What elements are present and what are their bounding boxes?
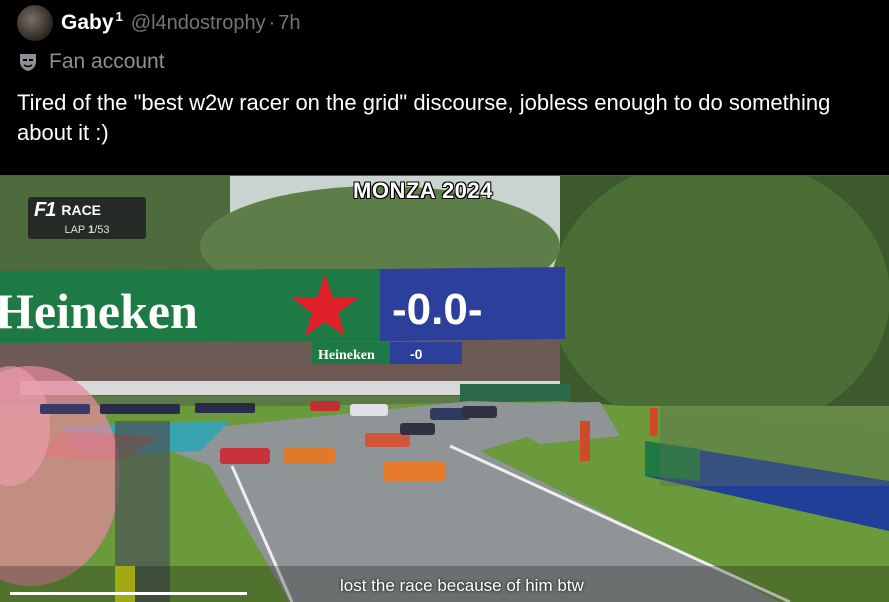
account-label-text: Fan account bbox=[49, 50, 165, 73]
video-frame: Heineken -0.0- Heineken -0 bbox=[0, 176, 889, 602]
mask-icon bbox=[20, 54, 36, 71]
banner-zero: -0.0- bbox=[392, 285, 482, 334]
separator-dot: · bbox=[268, 11, 276, 34]
video-overlay-title: MONZA 2024 bbox=[353, 178, 493, 203]
f1-logo: F1 bbox=[34, 198, 56, 221]
video-caption: lost the race because of him btw bbox=[340, 576, 584, 595]
f1-race-graphic: F1 RACE LAP 1/53 bbox=[28, 197, 146, 239]
small-banner-brand: Heineken bbox=[318, 348, 375, 363]
f1-race-label: RACE bbox=[61, 202, 102, 218]
post-time[interactable]: 7h bbox=[278, 12, 300, 35]
tweet-header: Gaby 1 @l4ndostrophy · 7h bbox=[17, 5, 301, 41]
banner-brand: Heineken bbox=[0, 283, 198, 339]
tweet-text: Tired of the "best w2w racer on the grid… bbox=[17, 90, 831, 145]
video-progress-bar[interactable] bbox=[10, 592, 247, 595]
avatar[interactable] bbox=[17, 5, 53, 41]
lap-counter: LAP 1/53 bbox=[64, 224, 110, 236]
author-handle[interactable]: @l4ndostrophy bbox=[131, 12, 266, 35]
small-banner-zero: -0 bbox=[410, 346, 423, 362]
author-badge: 1 bbox=[115, 8, 123, 24]
author-name[interactable]: Gaby bbox=[61, 11, 114, 35]
video-player[interactable]: Heineken -0.0- Heineken -0 MONZA 2024 F1… bbox=[0, 175, 889, 602]
account-label: Fan account bbox=[17, 50, 165, 74]
